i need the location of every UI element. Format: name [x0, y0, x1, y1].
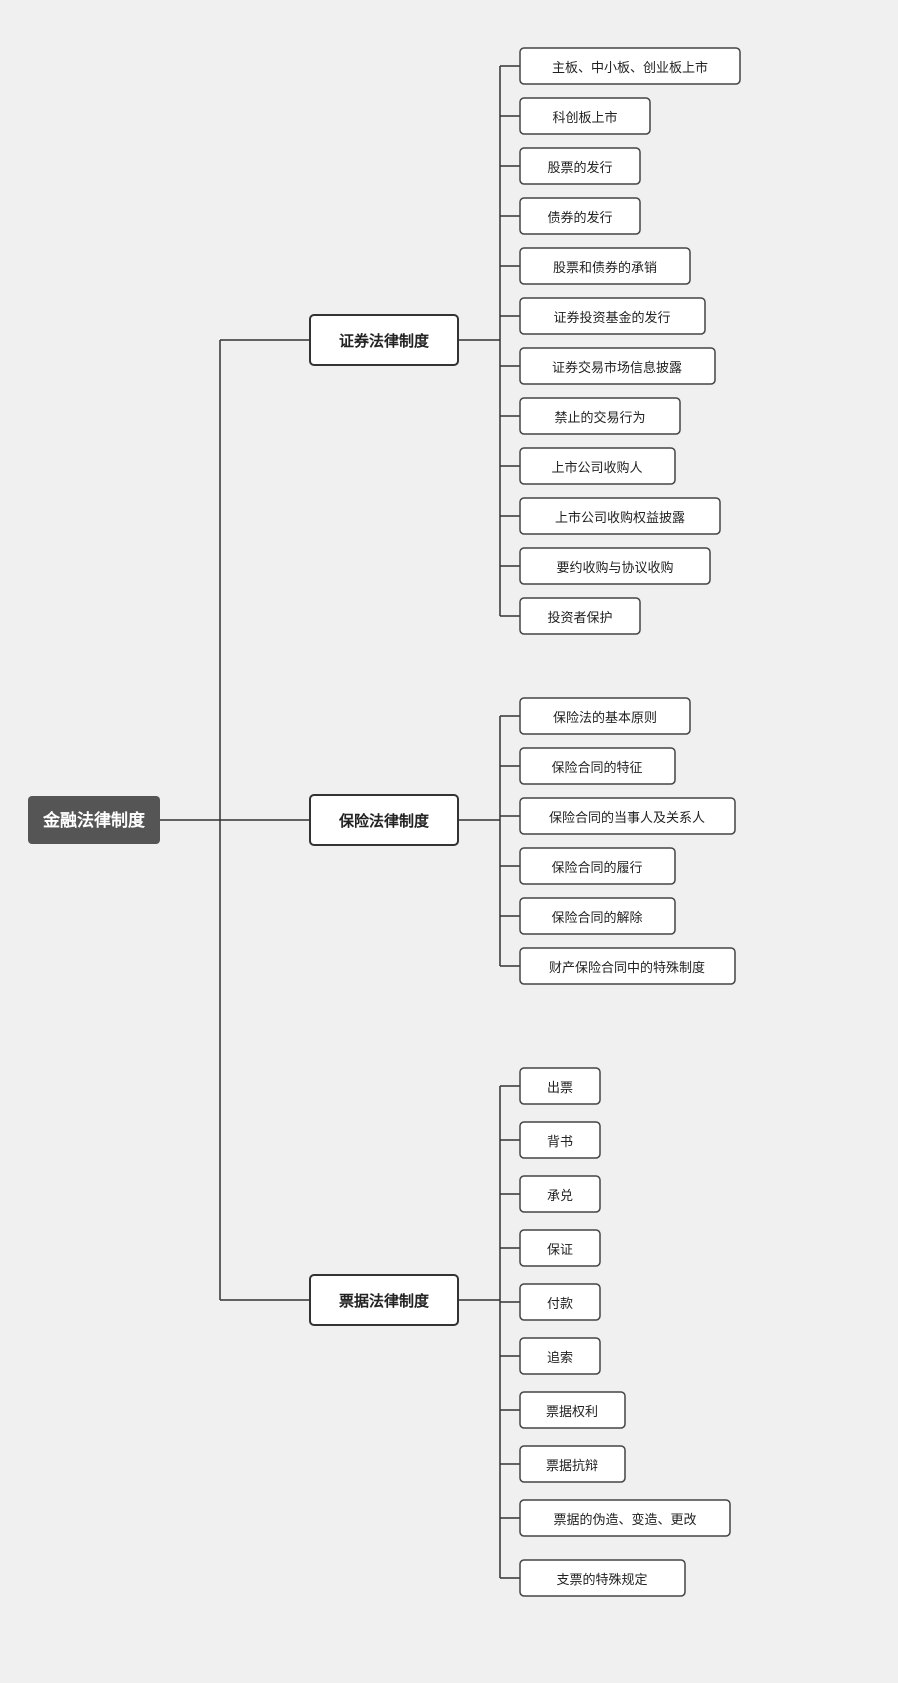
svg-text:保险合同的当事人及关系人: 保险合同的当事人及关系人 — [549, 810, 705, 825]
svg-text:票据法律制度: 票据法律制度 — [339, 1292, 430, 1310]
svg-text:科创板上市: 科创板上市 — [552, 110, 617, 125]
svg-text:上市公司收购权益披露: 上市公司收购权益披露 — [555, 510, 685, 525]
svg-text:追索: 追索 — [547, 1350, 573, 1365]
svg-text:证券法律制度: 证券法律制度 — [339, 332, 430, 350]
svg-text:主板、中小板、创业板上市: 主板、中小板、创业板上市 — [552, 60, 708, 75]
svg-text:债券的发行: 债券的发行 — [547, 210, 612, 225]
svg-text:保证: 保证 — [547, 1242, 573, 1257]
svg-text:保险法的基本原则: 保险法的基本原则 — [553, 710, 657, 725]
svg-text:金融法律制度: 金融法律制度 — [42, 810, 146, 830]
svg-text:证券投资基金的发行: 证券投资基金的发行 — [553, 310, 670, 325]
svg-text:付款: 付款 — [547, 1296, 573, 1311]
svg-text:证券交易市场信息披露: 证券交易市场信息披露 — [552, 360, 682, 375]
svg-text:股票和债券的承销: 股票和债券的承销 — [553, 260, 657, 275]
svg-text:保险合同的解除: 保险合同的解除 — [551, 910, 642, 925]
svg-text:要约收购与协议收购: 要约收购与协议收购 — [556, 560, 673, 575]
mindmap-svg: 金融法律制度 证券法律制度 — [0, 0, 898, 1683]
svg-text:保险合同的履行: 保险合同的履行 — [551, 860, 642, 875]
svg-text:票据权利: 票据权利 — [546, 1404, 598, 1419]
svg-text:财产保险合同中的特殊制度: 财产保险合同中的特殊制度 — [549, 960, 705, 975]
svg-text:票据抗辩: 票据抗辩 — [546, 1458, 598, 1473]
svg-text:投资者保护: 投资者保护 — [547, 610, 612, 625]
svg-text:背书: 背书 — [547, 1134, 573, 1149]
svg-text:承兑: 承兑 — [547, 1188, 573, 1203]
svg-text:支票的特殊规定: 支票的特殊规定 — [556, 1572, 647, 1587]
svg-text:保险法律制度: 保险法律制度 — [338, 812, 430, 830]
svg-text:禁止的交易行为: 禁止的交易行为 — [554, 410, 645, 425]
svg-text:股票的发行: 股票的发行 — [547, 160, 612, 175]
svg-text:票据的伪造、变造、更改: 票据的伪造、变造、更改 — [553, 1512, 696, 1527]
svg-text:保险合同的特征: 保险合同的特征 — [551, 760, 642, 775]
svg-text:上市公司收购人: 上市公司收购人 — [551, 460, 642, 475]
svg-text:出票: 出票 — [547, 1080, 573, 1095]
